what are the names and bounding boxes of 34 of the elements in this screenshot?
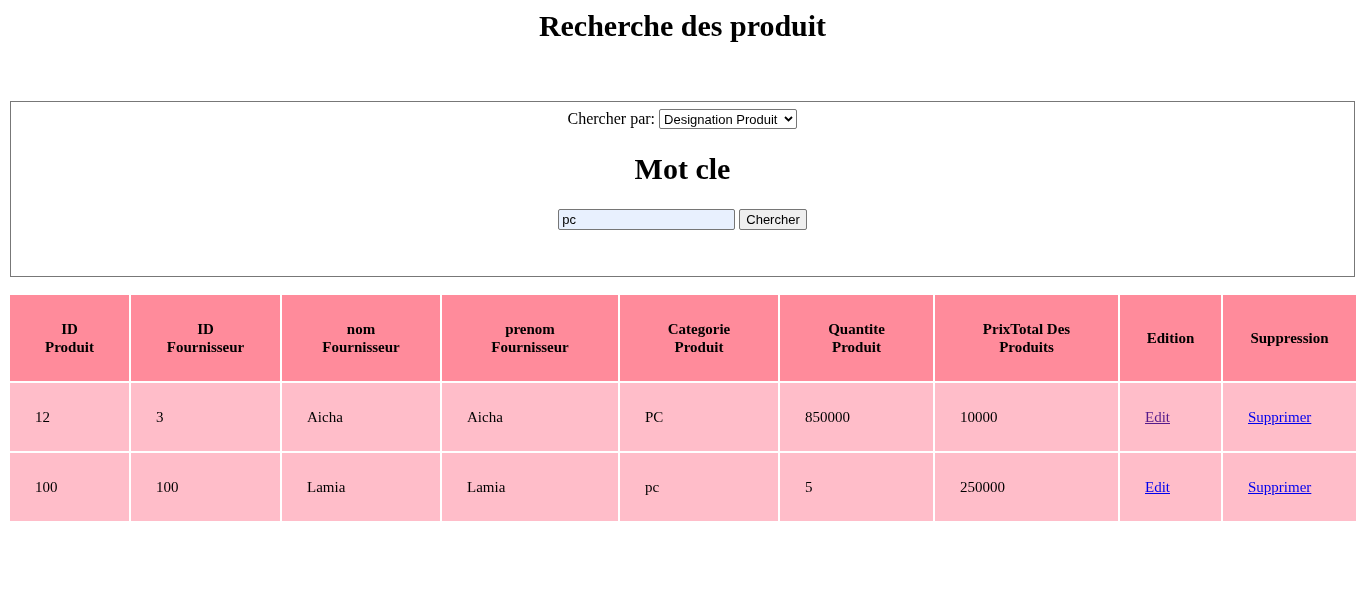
table-cell: pc — [620, 453, 778, 521]
delete-link[interactable]: Supprimer — [1248, 479, 1312, 495]
search-by-select[interactable]: Designation Produit — [659, 109, 798, 129]
keyword-input[interactable]: pc — [558, 209, 736, 230]
table-cell: 10000 — [935, 383, 1118, 451]
table-cell: Aicha — [282, 383, 440, 451]
column-header: PrixTotal Des Produits — [935, 295, 1118, 381]
edit-link[interactable]: Edit — [1145, 409, 1170, 425]
column-header: Suppression — [1223, 295, 1356, 381]
search-button[interactable]: Chercher — [739, 209, 807, 230]
keyword-heading: Mot cle — [633, 151, 732, 187]
delete-link[interactable]: Supprimer — [1248, 409, 1312, 425]
table-cell: 850000 — [780, 383, 933, 451]
search-by-label: Chercher par: — [567, 109, 655, 130]
column-header: Quantite Produit — [780, 295, 933, 381]
column-header: nom Fournisseur — [282, 295, 440, 381]
table-cell: PC — [620, 383, 778, 451]
column-header: Categorie Produit — [620, 295, 778, 381]
table-cell: Lamia — [442, 453, 618, 521]
table-cell: Aicha — [442, 383, 618, 451]
column-header: ID Fournisseur — [131, 295, 280, 381]
edit-link[interactable]: Edit — [1145, 479, 1170, 495]
column-header: ID Produit — [10, 295, 129, 381]
table-cell: 12 — [10, 383, 129, 451]
table-cell: Lamia — [282, 453, 440, 521]
table-cell: 5 — [780, 453, 933, 521]
column-header: prenom Fournisseur — [442, 295, 618, 381]
column-header: Edition — [1120, 295, 1221, 381]
chevron-down-icon — [784, 116, 794, 122]
page-title: Recherche des produit — [537, 8, 828, 44]
table-cell: 250000 — [935, 453, 1118, 521]
table-cell: 100 — [10, 453, 129, 521]
table-cell: 100 — [131, 453, 280, 521]
table-cell: 3 — [131, 383, 280, 451]
